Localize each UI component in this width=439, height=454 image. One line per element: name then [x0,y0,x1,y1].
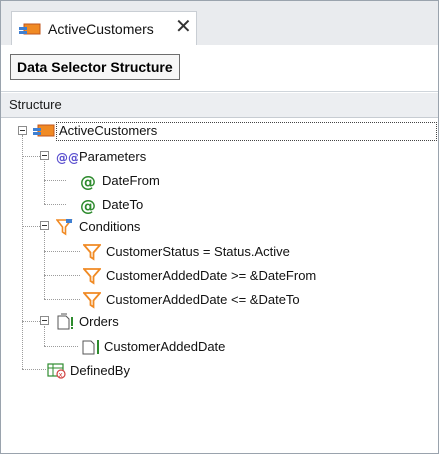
structure-tree: ActiveCustomers @@ Parameters @ DateFrom [1,118,438,453]
tree-node-condition-3[interactable]: CustomerAddedDate <= &DateTo [82,289,423,311]
tree-connector [44,161,45,204]
tree-connector [44,346,78,347]
order-attribute-icon [81,338,99,356]
conditions-filter-icon [55,218,74,236]
tree-node-condition-1[interactable]: CustomerStatus = Status.Active [82,241,423,263]
collapse-toggle-orders[interactable] [40,316,49,325]
tree-node-condition-2[interactable]: CustomerAddedDate >= &DateFrom [82,265,423,287]
structure-column-header[interactable]: Structure [1,93,438,118]
tree-node-label: Orders [79,314,119,329]
tab-title: ActiveCustomers [48,21,154,37]
tab-strip: ActiveCustomers ✕ [1,1,438,45]
tree-connector [22,135,23,369]
data-selector-icon [33,122,55,140]
parameter-at-icon: @ [79,196,97,215]
tree-connector [22,369,46,370]
structure-column-label: Structure [9,97,62,112]
svg-text:@: @ [80,196,96,214]
tree-node-param-datefrom[interactable]: @ DateFrom [79,170,279,192]
parameter-at-icon: @ [79,172,97,191]
tree-node-label: CustomerAddedDate >= &DateFrom [106,268,317,283]
close-icon[interactable]: ✕ [175,15,192,39]
collapse-toggle-conditions[interactable] [40,221,49,230]
tree-node-label: CustomerAddedDate [104,339,226,354]
tree-connector [44,326,45,346]
tree-connector [22,156,40,157]
parameters-icon: @@ [56,148,80,166]
tree-node-root-label: ActiveCustomers [59,123,158,138]
svg-text:@@: @@ [56,151,78,165]
svg-text:x: x [59,371,63,379]
filter-icon [82,291,102,309]
tree-node-label: Conditions [79,219,141,234]
tree-node-param-dateto[interactable]: @ DateTo [79,194,279,216]
filter-icon [82,243,102,261]
data-selector-icon [19,23,41,37]
tab-active-customers[interactable]: ActiveCustomers ✕ [11,11,197,45]
tree-node-conditions[interactable]: Conditions [55,216,256,238]
tree-connector [44,180,66,181]
tree-connector [44,275,80,276]
tree-node-parameters[interactable]: @@ Parameters [56,146,256,168]
tree-connector [44,204,66,205]
tree-node-order-1[interactable]: CustomerAddedDate [81,336,321,358]
collapse-toggle-root[interactable] [18,126,27,135]
tree-connector [22,226,40,227]
svg-text:@: @ [80,172,96,190]
collapse-toggle-parameters[interactable] [40,151,49,160]
tree-node-label: Parameters [79,149,147,164]
filter-icon [82,267,102,285]
tree-connector [44,231,45,299]
toolbar: Data Selector Structure [1,45,438,92]
tree-node-label: DateFrom [102,173,160,188]
editor-window: ActiveCustomers ✕ Data Selector Structur… [0,0,439,454]
tree-node-label: CustomerAddedDate <= &DateTo [106,292,300,307]
tree-node-label: DateTo [102,197,144,212]
tree-node-label: DefinedBy [70,363,130,378]
defined-by-icon: x [47,362,66,380]
orders-icon [56,313,74,331]
tree-node-label: CustomerStatus = Status.Active [106,244,290,259]
tree-connector [44,299,80,300]
data-selector-structure-button[interactable]: Data Selector Structure [10,54,180,80]
tree-node-orders[interactable]: Orders [56,311,256,333]
tree-connector [44,251,80,252]
tree-connector [22,321,40,322]
tree-node-definedby[interactable]: x DefinedBy [47,360,247,382]
